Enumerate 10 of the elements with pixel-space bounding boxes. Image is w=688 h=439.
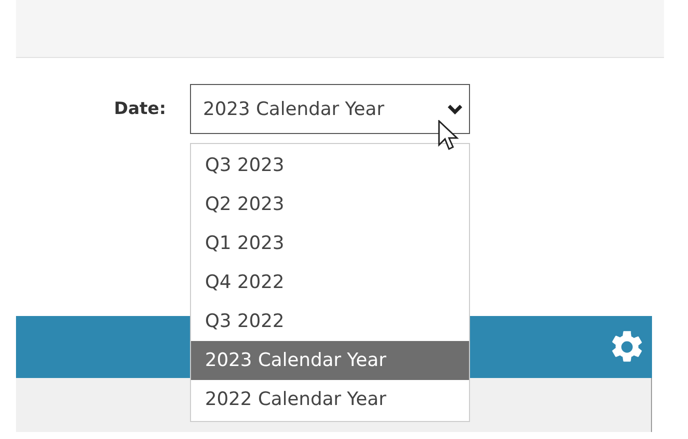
dropdown-option[interactable]: Q1 2023	[191, 224, 469, 263]
dropdown-option[interactable]: Q3 2023	[191, 146, 469, 185]
dropdown-option[interactable]: Q3 2022	[191, 302, 469, 341]
dropdown-option[interactable]: Q4 2022	[191, 263, 469, 302]
dropdown-option[interactable]: 2023 Calendar Year	[191, 341, 469, 380]
chevron-down-icon	[447, 103, 463, 115]
date-select[interactable]: 2023 Calendar Year	[190, 84, 470, 134]
date-label: Date:	[112, 99, 166, 119]
dropdown-option[interactable]: Q2 2023	[191, 185, 469, 224]
dropdown-option[interactable]: 2022 Calendar Year	[191, 380, 469, 419]
